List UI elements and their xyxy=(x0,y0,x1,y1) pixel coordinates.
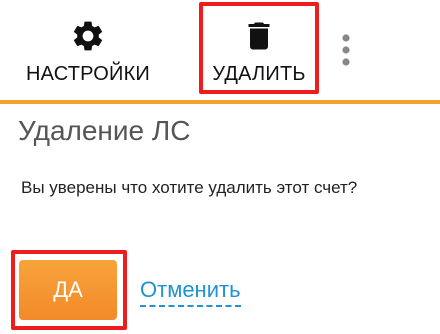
confirm-yes-button[interactable]: ДА xyxy=(19,260,117,320)
toolbar: НАСТРОЙКИ УДАЛИТЬ xyxy=(0,0,440,100)
dialog-question: Вы уверены что хотите удалить этот счет? xyxy=(21,178,358,197)
more-vertical-icon xyxy=(332,30,360,70)
delete-button[interactable]: УДАЛИТЬ xyxy=(200,0,318,100)
gear-icon xyxy=(70,18,106,54)
more-options-button[interactable] xyxy=(332,30,360,70)
trash-icon xyxy=(241,18,277,54)
settings-button[interactable]: НАСТРОЙКИ xyxy=(14,0,162,100)
cancel-link[interactable]: Отменить xyxy=(140,276,241,307)
toolbar-divider xyxy=(0,100,440,104)
delete-label: УДАЛИТЬ xyxy=(212,63,306,85)
dialog-title: Удаление ЛС xyxy=(18,115,191,146)
settings-label: НАСТРОЙКИ xyxy=(26,63,150,85)
